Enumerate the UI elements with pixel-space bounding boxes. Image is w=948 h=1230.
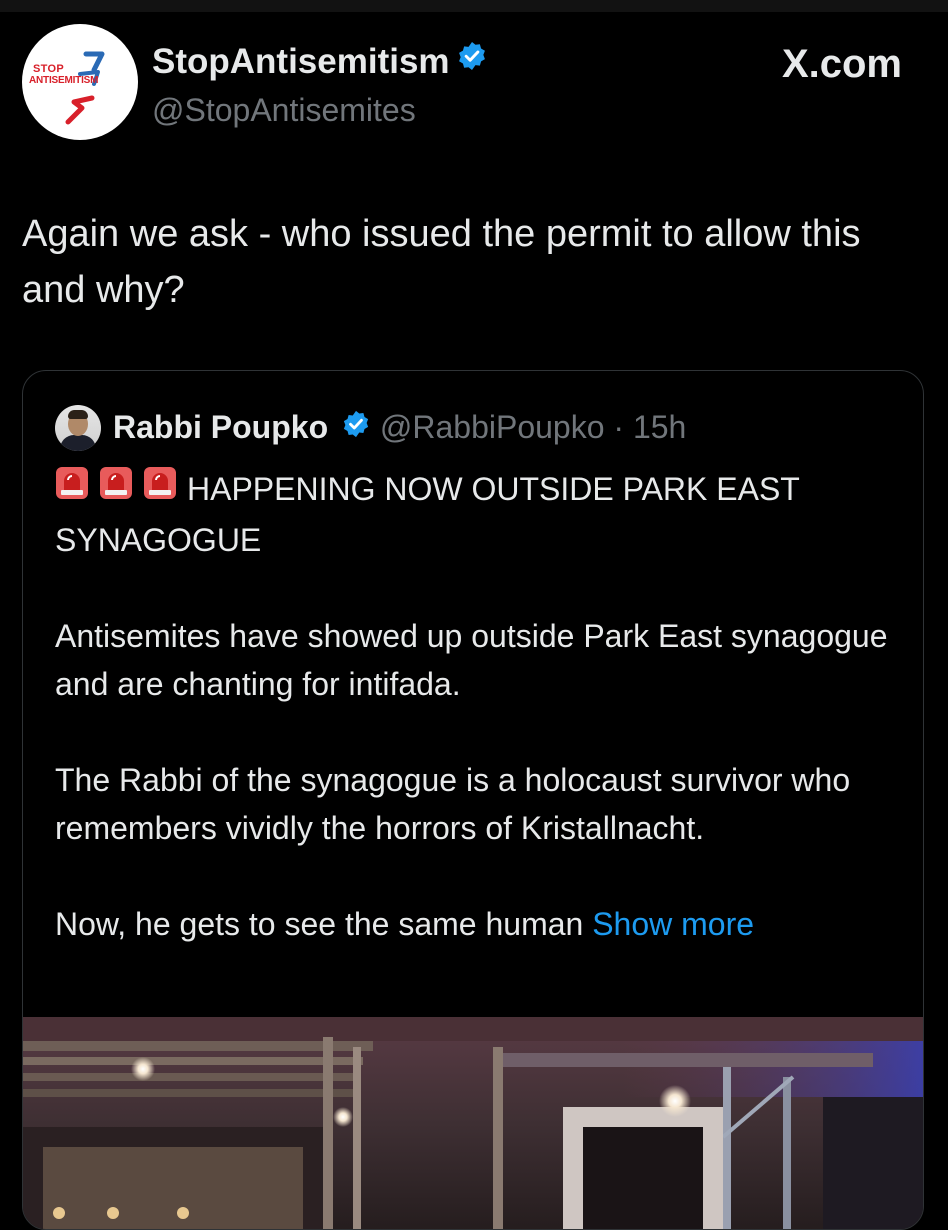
quoted-headline-paragraph: HAPPENING NOW OUTSIDE PARK EAST SYNAGOGU… <box>55 465 895 564</box>
avatar-hair <box>68 410 88 419</box>
quoted-author-handle[interactable]: @RabbiPoupko <box>380 409 605 445</box>
quoted-tweet-media[interactable] <box>23 1017 923 1229</box>
status-strip <box>0 0 948 12</box>
author-name-text: StopAntisemitism <box>152 42 450 81</box>
x-brand-label: X.com <box>782 42 902 87</box>
quoted-author-name[interactable]: Rabbi Poupko <box>113 409 328 445</box>
tweet-text: Again we ask - who issued the permit to … <box>22 213 861 311</box>
siren-icon <box>55 465 89 513</box>
quoted-tweet-card[interactable]: Rabbi Poupko @RabbiPoupko · 15h HAPPENIN… <box>22 370 924 1230</box>
author-handle[interactable]: @StopAntisemites <box>152 92 416 129</box>
stopantisemitism-avatar[interactable]: STOP ANTISEMITISM <box>22 24 138 140</box>
logo-text-antisemitism: ANTISEMITISM <box>29 75 99 86</box>
x-brand-text: X.com <box>781 42 902 86</box>
quoted-tweet-header: Rabbi Poupko @RabbiPoupko · 15h <box>113 405 686 452</box>
quoted-paragraph-2: The Rabbi of the synagogue is a holocaus… <box>55 761 851 846</box>
night-street-photo <box>23 1017 923 1229</box>
quoted-paragraph-3: Now, he gets to see the same human Show … <box>55 900 895 948</box>
show-more-link[interactable]: Show more <box>592 906 754 942</box>
quoted-paragraph-1: Antisemites have showed up outside Park … <box>55 617 888 702</box>
verified-badge-icon <box>341 406 371 450</box>
author-name[interactable]: StopAntisemitism <box>152 42 488 84</box>
quoted-paragraph-3-text: Now, he gets to see the same human <box>55 905 584 942</box>
siren-icon <box>99 465 133 513</box>
quoted-tweet-time[interactable]: 15h <box>633 409 686 445</box>
quoted-tweet-text: HAPPENING NOW OUTSIDE PARK EAST SYNAGOGU… <box>55 465 895 996</box>
avatar-body <box>60 435 96 451</box>
rabbi-poupko-avatar[interactable] <box>55 405 101 451</box>
logo-text-stop: STOP <box>33 63 64 75</box>
separator-dot: · <box>604 409 633 445</box>
verified-badge-icon <box>456 40 488 81</box>
siren-icon <box>143 465 177 513</box>
